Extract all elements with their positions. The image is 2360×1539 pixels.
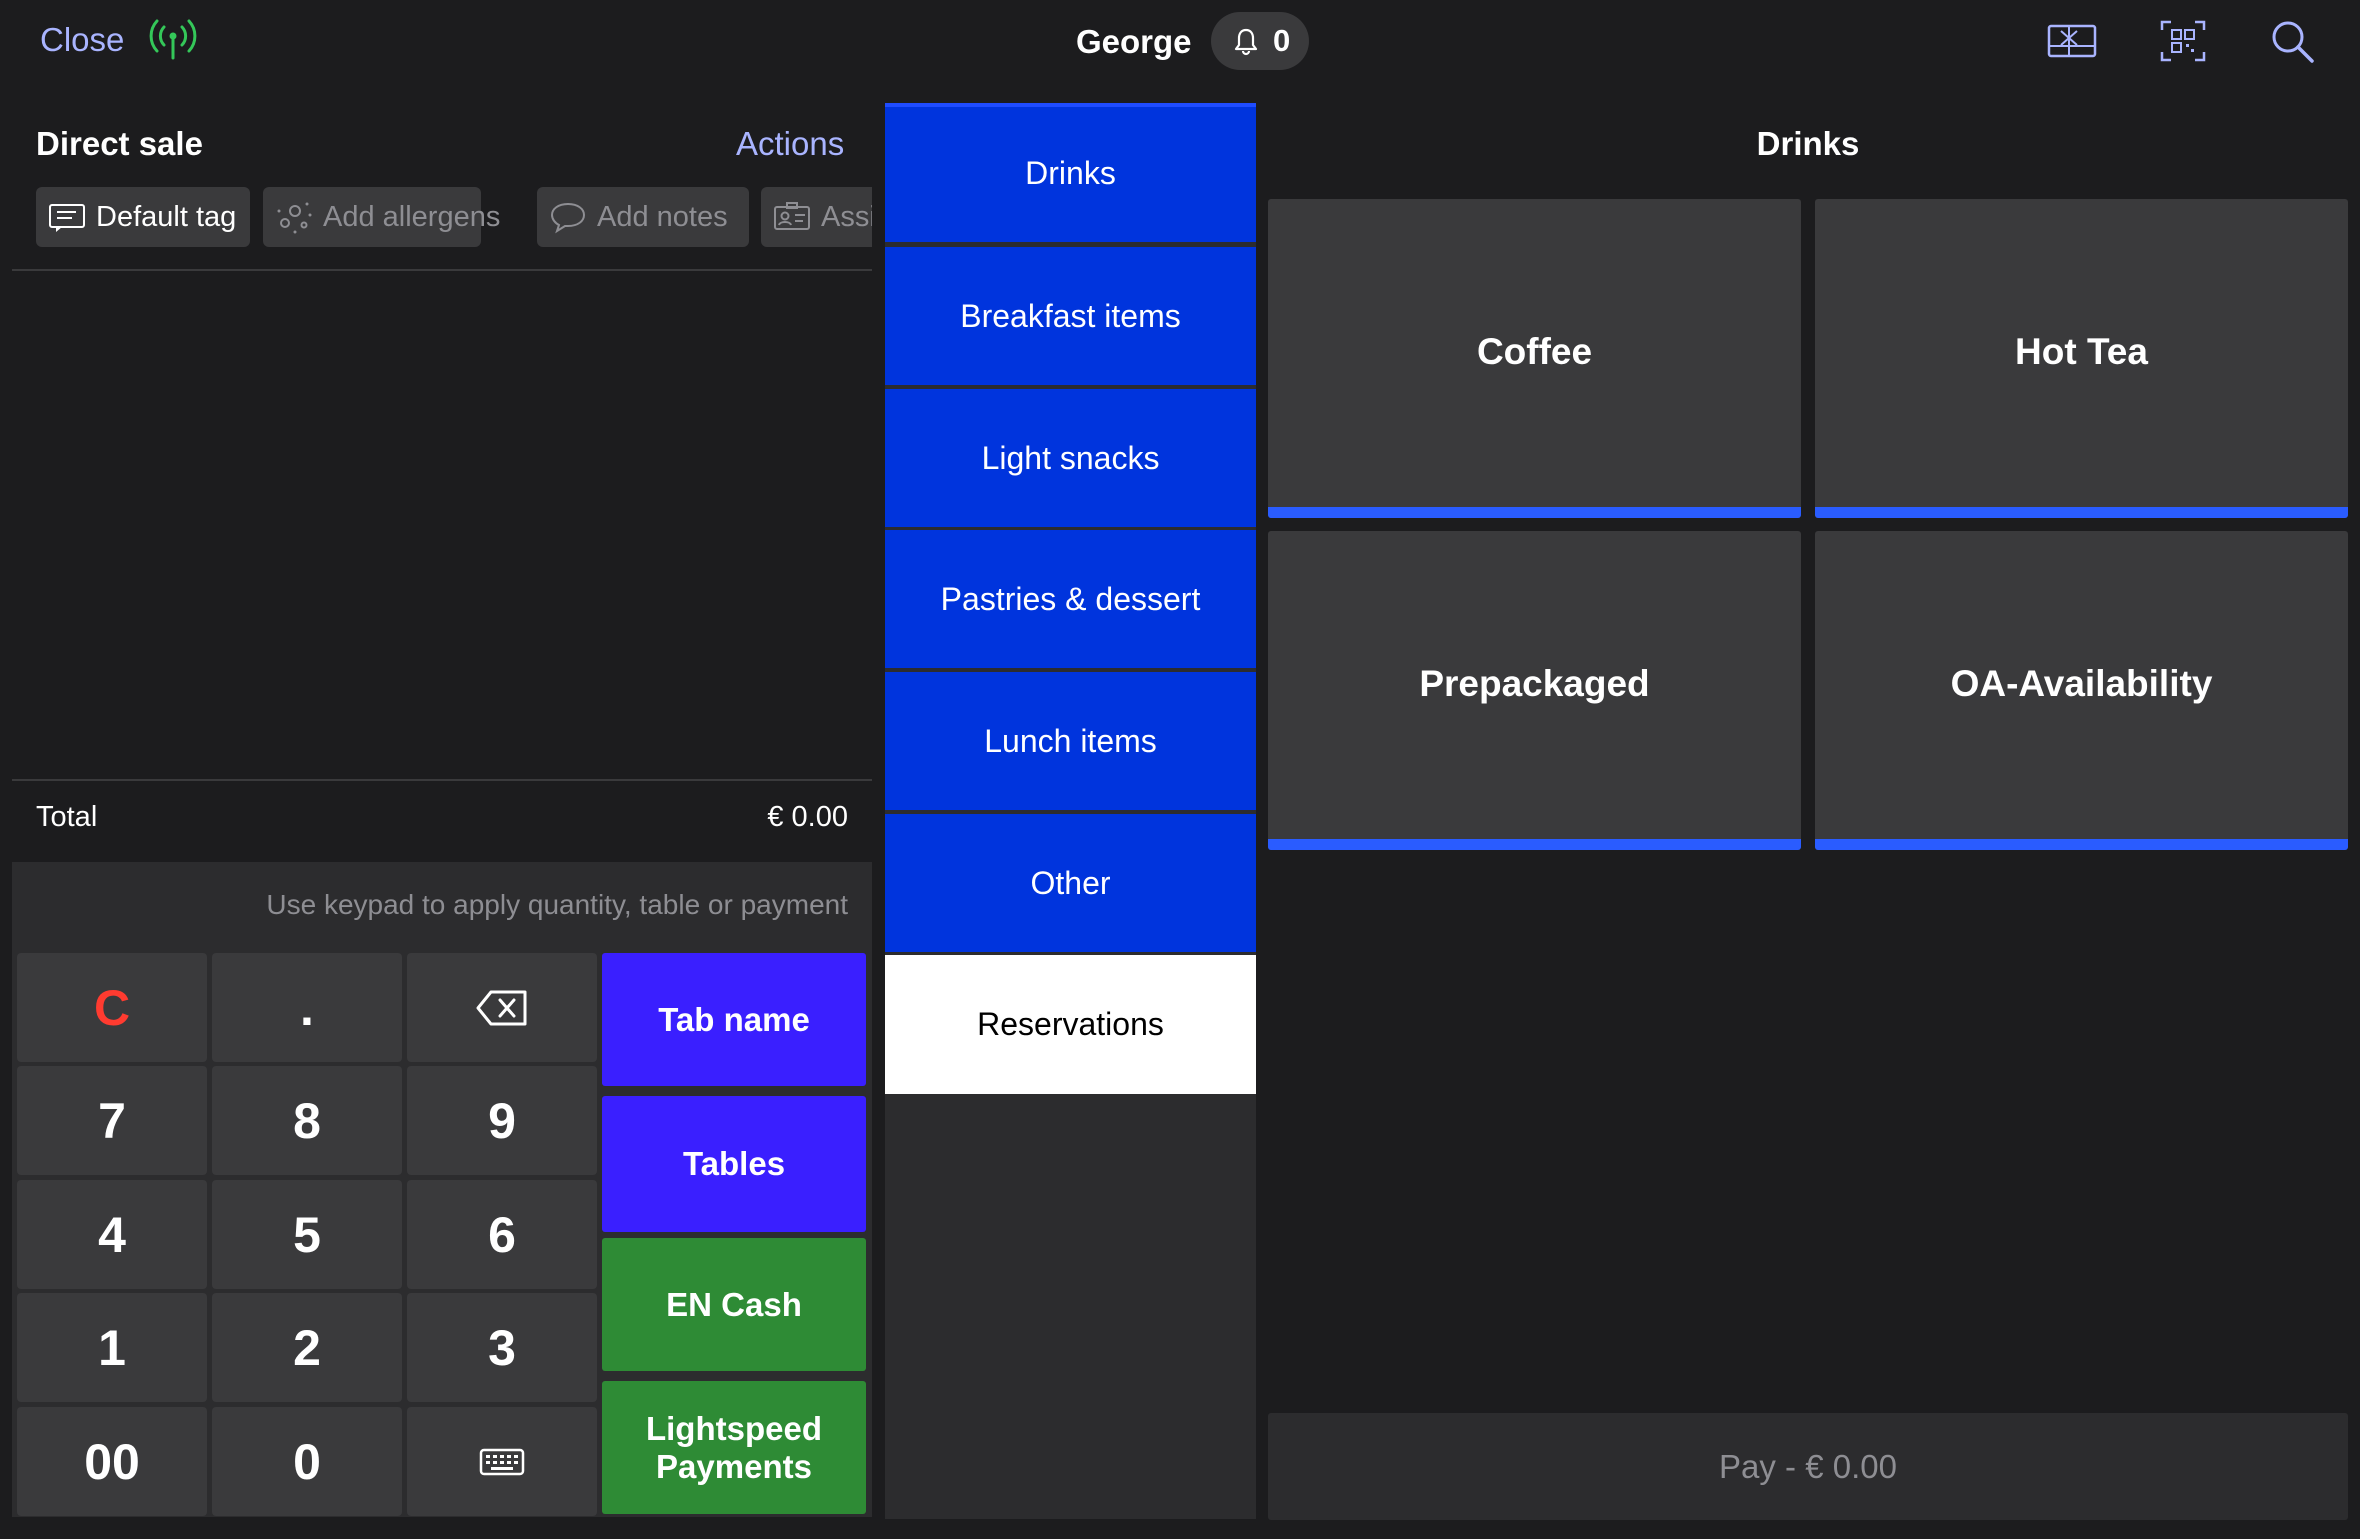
key-9[interactable]: 9 [407, 1066, 597, 1175]
search-icon[interactable] [2268, 18, 2318, 64]
product-label: OA-Availability [1950, 662, 2213, 704]
total-label: Total [36, 801, 98, 833]
notification-count: 0 [1273, 23, 1291, 58]
key-3[interactable]: 3 [407, 1293, 597, 1402]
actions-button[interactable]: Actions [736, 122, 844, 166]
category-reservations[interactable]: Reservations [885, 955, 1256, 1094]
key-7[interactable]: 7 [17, 1066, 207, 1175]
keypad-hint: Use keypad to apply quantity, table or p… [266, 889, 848, 920]
key-2[interactable]: 2 [212, 1293, 402, 1402]
assign-chip[interactable]: Assi [761, 187, 872, 247]
add-allergens-chip[interactable]: Add allergens [263, 187, 500, 247]
category-lunch-items[interactable]: Lunch items [885, 672, 1256, 810]
order-title: Direct sale [36, 125, 203, 162]
pay-button[interactable]: Pay - € 0.00 [1268, 1413, 2348, 1520]
category-drinks[interactable]: Drinks [885, 105, 1256, 242]
product-coffee[interactable]: Coffee [1268, 199, 1801, 518]
product-label: Hot Tea [2015, 330, 2148, 372]
products-title: Drinks [1756, 125, 1860, 162]
product-label: Coffee [1476, 330, 1593, 372]
user-name: George [1076, 23, 1192, 60]
key-5[interactable]: 5 [212, 1180, 402, 1289]
key-8[interactable]: 8 [212, 1066, 402, 1175]
en-cash-button[interactable]: EN Cash [602, 1238, 866, 1371]
key-6[interactable]: 6 [407, 1180, 597, 1289]
bell-icon [1234, 28, 1258, 56]
product-prepackaged[interactable]: Prepackaged [1268, 531, 1801, 850]
signal-icon [148, 16, 198, 62]
total-value: € 0.00 [767, 801, 848, 833]
gift-card-icon[interactable] [2047, 18, 2097, 64]
tag-icon [49, 204, 85, 232]
chip-label: Assi [821, 200, 872, 233]
category-breakfast-items[interactable]: Breakfast items [885, 247, 1256, 385]
key-keyboard[interactable] [407, 1407, 597, 1516]
category-light-snacks[interactable]: Light snacks [885, 389, 1256, 527]
tab-name-button[interactable]: Tab name [602, 953, 866, 1086]
default-tag-chip[interactable]: Default tag [36, 187, 250, 247]
order-chips: Default tag Add allergens Add notes Assi [36, 187, 872, 247]
product-hot-tea[interactable]: Hot Tea [1815, 199, 2348, 518]
notes-icon [550, 202, 586, 234]
key-4[interactable]: 4 [17, 1180, 207, 1289]
key-00[interactable]: 00 [17, 1407, 207, 1516]
product-color-bar [1268, 507, 1801, 518]
divider [12, 269, 872, 271]
key-clear[interactable]: C [17, 953, 207, 1062]
tables-button[interactable]: Tables [602, 1096, 866, 1232]
key-backspace[interactable] [407, 953, 597, 1062]
key-1[interactable]: 1 [17, 1293, 207, 1402]
category-other[interactable]: Other [885, 814, 1256, 952]
product-oa-availability[interactable]: OA-Availability [1815, 531, 2348, 850]
divider [12, 779, 872, 781]
product-color-bar [1815, 507, 2348, 518]
chip-label: Add notes [597, 200, 728, 233]
qr-scan-icon[interactable] [2158, 18, 2208, 64]
notifications-button[interactable]: 0 [1211, 12, 1309, 70]
product-color-bar [1815, 839, 2348, 850]
add-notes-chip[interactable]: Add notes [537, 187, 749, 247]
chip-label: Add allergens [323, 200, 501, 233]
allergens-icon [277, 202, 312, 234]
chip-label: Default tag [96, 200, 237, 233]
product-color-bar [1268, 839, 1801, 850]
close-button[interactable]: Close [40, 18, 124, 62]
product-label: Prepackaged [1419, 662, 1650, 704]
backspace-icon [476, 990, 527, 1025]
key-0[interactable]: 0 [212, 1407, 402, 1516]
id-card-icon [774, 202, 810, 230]
category-top-edge [885, 103, 1256, 107]
category-pastries-dessert[interactable]: Pastries & dessert [885, 530, 1256, 668]
keyboard-icon [479, 1448, 525, 1475]
key-decimal[interactable]: . [212, 953, 402, 1062]
lightspeed-payments-button[interactable]: Lightspeed Payments [602, 1381, 866, 1514]
